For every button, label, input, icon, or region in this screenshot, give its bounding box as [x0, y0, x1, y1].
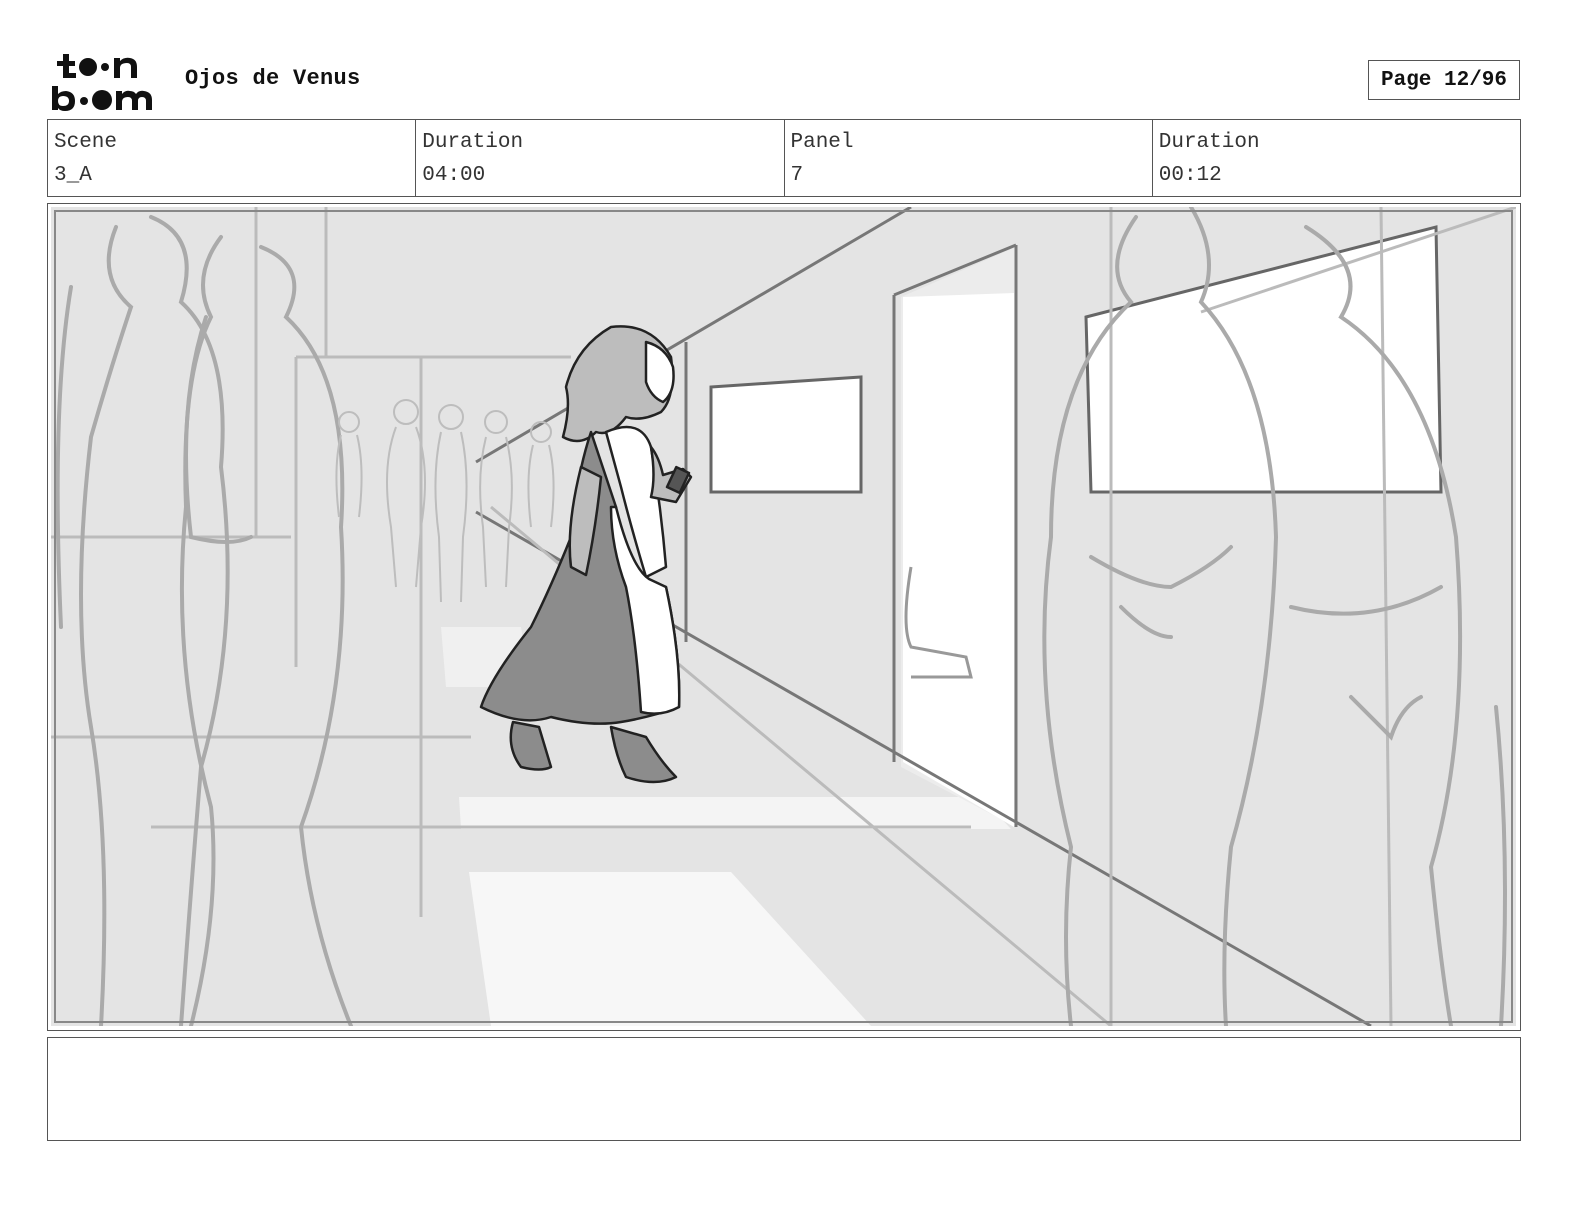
- scene-duration-cell: Duration 04:00: [416, 120, 785, 196]
- panel-value: 7: [790, 164, 804, 187]
- panel-duration-value: 00:12: [1158, 164, 1222, 187]
- page-number-badge: Page 12/96: [1368, 60, 1520, 100]
- panel-duration-label: Duration: [1158, 131, 1260, 154]
- panel-notes-box[interactable]: [47, 1037, 1521, 1141]
- panel-cell: Panel 7: [785, 120, 1153, 196]
- scene-label: Scene: [54, 131, 118, 154]
- storyboard-sketch-image: [51, 207, 1516, 1026]
- panel-duration-cell: Duration 00:12: [1153, 120, 1520, 196]
- panel-info-table: Scene 3_A Duration 04:00 Panel 7 Duratio…: [47, 119, 1521, 197]
- scene-duration-value: 04:00: [422, 164, 486, 187]
- scene-cell: Scene 3_A: [48, 120, 417, 196]
- toonboom-logo: [52, 54, 152, 111]
- scene-value: 3_A: [54, 164, 92, 187]
- project-title: Ojos de Venus: [185, 66, 361, 91]
- storyboard-panel: [47, 203, 1521, 1031]
- panel-label: Panel: [790, 131, 854, 154]
- scene-duration-label: Duration: [422, 131, 524, 154]
